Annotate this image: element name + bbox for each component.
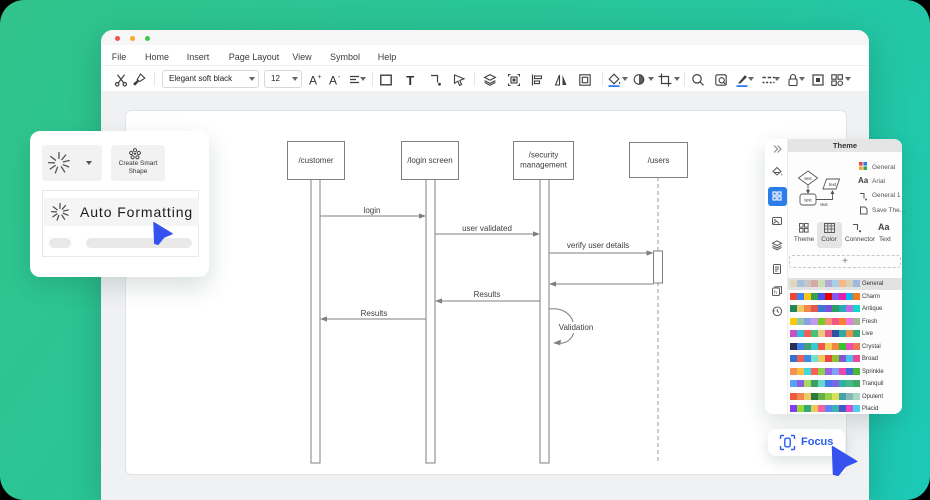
- svg-text:-: -: [338, 74, 341, 81]
- svg-text:login: login: [364, 206, 381, 215]
- svg-text:/security: /security: [529, 151, 559, 160]
- svg-text:/users: /users: [648, 156, 670, 165]
- svg-text:/login screen: /login screen: [407, 156, 452, 165]
- svg-text:T: T: [406, 73, 414, 88]
- svg-text:A: A: [329, 74, 337, 88]
- svg-text:/customer: /customer: [298, 156, 333, 165]
- svg-text:+: +: [318, 74, 322, 81]
- svg-text:A: A: [309, 74, 317, 88]
- svg-text:text: text: [804, 198, 812, 203]
- svg-text:text: text: [804, 176, 812, 181]
- svg-text:verify user details: verify user details: [567, 241, 629, 250]
- svg-text:text: text: [829, 182, 837, 187]
- svg-text:Validation: Validation: [559, 323, 594, 332]
- svg-text:Results: Results: [474, 290, 501, 299]
- svg-text:text: text: [820, 202, 828, 207]
- svg-text:management: management: [520, 161, 567, 170]
- svg-text:user validated: user validated: [462, 224, 512, 233]
- svg-text:Results: Results: [361, 309, 388, 318]
- svg-text:h: h: [774, 290, 777, 296]
